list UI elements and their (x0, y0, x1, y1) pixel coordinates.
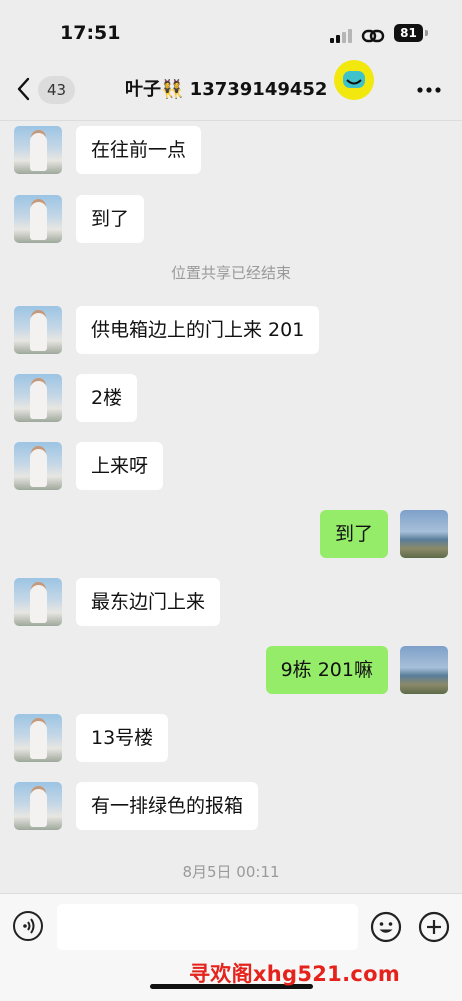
chat-title: 叶子👯 13739149452 (125, 79, 328, 100)
system-notice: 位置共享已经结束 (170, 264, 291, 282)
signal-icon (330, 29, 352, 43)
message-bubble[interactable]: 9栋 201嘛 (265, 646, 388, 694)
watermark-text: 寻欢阁xhg521.com (189, 962, 400, 986)
message-row: 2楼 (0, 374, 462, 422)
unread-badge[interactable]: 43 (38, 76, 75, 104)
back-chevron-icon[interactable] (14, 76, 34, 102)
message-input[interactable] (57, 904, 358, 950)
emoji-icon[interactable] (370, 911, 402, 943)
contact-avatar[interactable] (14, 126, 62, 174)
message-bubble[interactable]: 在往前一点 (76, 126, 202, 174)
contact-avatar[interactable] (14, 578, 62, 626)
message-row: 到了 (0, 195, 462, 243)
status-bar: 17:51 81 (0, 0, 462, 62)
message-row: 在往前一点 (0, 126, 462, 174)
contact-avatar[interactable] (14, 442, 62, 490)
link-icon (361, 29, 385, 43)
message-bubble[interactable]: 最东边门上来 (76, 578, 221, 626)
message-bubble[interactable]: 供电箱边上的门上来 201 (76, 306, 320, 354)
message-bubble[interactable]: 2楼 (76, 374, 138, 422)
voice-icon[interactable] (13, 911, 43, 941)
my-avatar[interactable] (400, 646, 448, 694)
message-row: 13号楼 (0, 714, 462, 762)
contact-avatar[interactable] (14, 782, 62, 830)
message-bubble[interactable]: 有一排绿色的报箱 (76, 782, 259, 830)
message-bubble[interactable]: 到了 (76, 195, 145, 243)
message-bubble[interactable]: 13号楼 (76, 714, 169, 762)
message-row: 供电箱边上的门上来 201 (0, 306, 462, 354)
message-row: 9栋 201嘛 (0, 646, 462, 694)
contact-avatar[interactable] (14, 306, 62, 354)
message-row: 最东边门上来 (0, 578, 462, 626)
contact-avatar[interactable] (14, 374, 62, 422)
message-bubble[interactable]: 到了 (319, 510, 388, 558)
message-row: 到了 (0, 510, 462, 558)
smile-sticker-icon (334, 60, 374, 100)
timestamp-divider: 8月5日 00:11 (182, 863, 280, 881)
message-bubble[interactable]: 上来呀 (76, 442, 164, 490)
battery-icon: 81 (394, 24, 423, 42)
nav-bar: 43 叶子👯 13739149452 (0, 62, 462, 121)
more-icon[interactable] (414, 77, 444, 103)
contact-avatar[interactable] (14, 714, 62, 762)
message-row: 有一排绿色的报箱 (0, 782, 462, 830)
message-row: 上来呀 (0, 442, 462, 490)
battery-tip (425, 30, 428, 36)
contact-avatar[interactable] (14, 195, 62, 243)
my-avatar[interactable] (400, 510, 448, 558)
plus-icon[interactable] (418, 911, 450, 943)
status-time: 17:51 (60, 22, 121, 44)
